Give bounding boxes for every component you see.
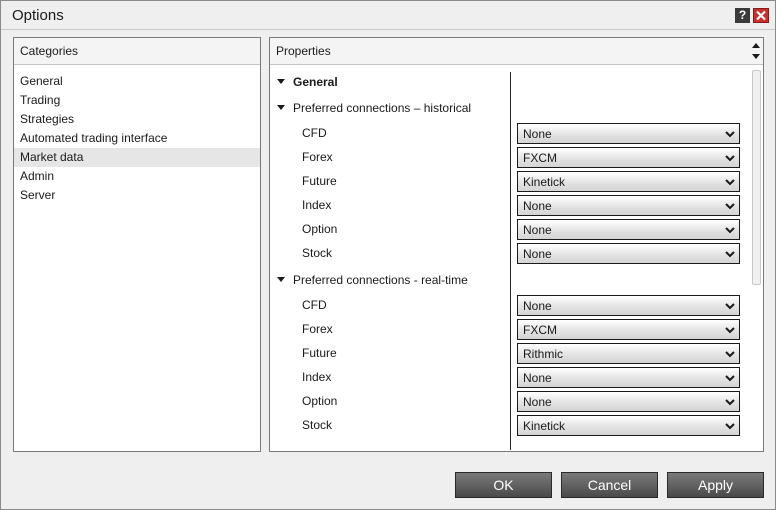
help-button[interactable]: ? <box>735 8 750 23</box>
cancel-button[interactable]: Cancel <box>561 472 658 498</box>
property-label: Future <box>302 346 337 360</box>
close-icon <box>756 10 766 21</box>
realtime-forex-row: Forex FXCM <box>270 319 750 341</box>
historical-index-row: Index None <box>270 195 750 217</box>
historical-future-row: Future Kinetick <box>270 171 750 193</box>
category-admin[interactable]: Admin <box>14 167 260 186</box>
section-general[interactable]: General <box>277 73 338 91</box>
chevron-down-icon <box>725 399 735 406</box>
select-value: Rithmic <box>523 347 564 361</box>
realtime-forex-select[interactable]: FXCM <box>517 319 740 340</box>
realtime-cfd-row: CFD None <box>270 295 750 317</box>
property-label: Forex <box>302 150 333 164</box>
historical-stock-select[interactable]: None <box>517 243 740 264</box>
property-label: Option <box>302 222 338 236</box>
close-button[interactable] <box>753 8 769 23</box>
property-label: Stock <box>302 418 333 432</box>
chevron-down-icon <box>725 303 735 310</box>
select-value: None <box>523 247 552 261</box>
scrollbar-thumb[interactable] <box>752 70 761 285</box>
select-value: None <box>523 371 552 385</box>
realtime-option-select[interactable]: None <box>517 391 740 412</box>
chevron-down-icon <box>725 423 735 430</box>
scroll-down-icon[interactable] <box>752 54 760 59</box>
historical-forex-select[interactable]: FXCM <box>517 147 740 168</box>
realtime-index-select[interactable]: None <box>517 367 740 388</box>
categories-header: Categories <box>14 38 260 65</box>
select-value: None <box>523 223 552 237</box>
property-label: CFD <box>302 126 327 140</box>
category-market-data[interactable]: Market data <box>14 148 260 167</box>
ok-button[interactable]: OK <box>455 472 552 498</box>
chevron-down-icon <box>725 179 735 186</box>
select-value: None <box>523 199 552 213</box>
historical-future-select[interactable]: Kinetick <box>517 171 740 192</box>
realtime-stock-row: Stock Kinetick <box>270 415 750 437</box>
chevron-down-icon <box>725 251 735 258</box>
property-label: Future <box>302 174 337 188</box>
historical-index-select[interactable]: None <box>517 195 740 216</box>
chevron-down-icon <box>725 375 735 382</box>
category-automated-trading-interface[interactable]: Automated trading interface <box>14 129 260 148</box>
category-general[interactable]: General <box>14 72 260 91</box>
select-value: FXCM <box>523 323 557 337</box>
historical-cfd-select[interactable]: None <box>517 123 740 144</box>
realtime-index-row: Index None <box>270 367 750 389</box>
select-value: None <box>523 395 552 409</box>
expand-icon[interactable] <box>277 105 285 111</box>
group-historical-title: Preferred connections – historical <box>293 101 472 115</box>
group-realtime[interactable]: Preferred connections - real-time <box>277 271 468 289</box>
expand-icon[interactable] <box>277 277 285 283</box>
apply-button[interactable]: Apply <box>667 472 764 498</box>
window-title: Options <box>12 7 64 24</box>
properties-header: Properties <box>270 38 763 65</box>
select-value: Kinetick <box>523 419 566 433</box>
property-label: Index <box>302 370 332 384</box>
expand-icon[interactable] <box>277 79 285 85</box>
section-general-title: General <box>293 75 338 89</box>
property-label: Index <box>302 198 332 212</box>
chevron-down-icon <box>725 351 735 358</box>
historical-option-select[interactable]: None <box>517 219 740 240</box>
historical-cfd-row: CFD None <box>270 123 750 145</box>
select-value: None <box>523 127 552 141</box>
historical-stock-row: Stock None <box>270 243 750 265</box>
property-label: Option <box>302 394 338 408</box>
chevron-down-icon <box>725 227 735 234</box>
select-value: FXCM <box>523 151 557 165</box>
historical-option-row: Option None <box>270 219 750 241</box>
property-label: CFD <box>302 298 327 312</box>
chevron-down-icon <box>725 131 735 138</box>
properties-panel: Properties General Preferred connections… <box>269 37 764 452</box>
category-strategies[interactable]: Strategies <box>14 110 260 129</box>
properties-scroll-arrows[interactable] <box>749 38 763 65</box>
group-realtime-title: Preferred connections - real-time <box>293 273 468 287</box>
category-server[interactable]: Server <box>14 186 260 205</box>
realtime-future-row: Future Rithmic <box>270 343 750 365</box>
select-value: None <box>523 299 552 313</box>
realtime-stock-select[interactable]: Kinetick <box>517 415 740 436</box>
realtime-future-select[interactable]: Rithmic <box>517 343 740 364</box>
historical-forex-row: Forex FXCM <box>270 147 750 169</box>
title-bar: Options ? <box>1 1 775 30</box>
property-label: Forex <box>302 322 333 336</box>
category-trading[interactable]: Trading <box>14 91 260 110</box>
chevron-down-icon <box>725 327 735 334</box>
scroll-up-icon[interactable] <box>752 43 760 48</box>
categories-list: General Trading Strategies Automated tra… <box>14 72 260 205</box>
property-label: Stock <box>302 246 333 260</box>
realtime-option-row: Option None <box>270 391 750 413</box>
group-historical[interactable]: Preferred connections – historical <box>277 99 471 117</box>
categories-panel: Categories General Trading Strategies Au… <box>13 37 261 452</box>
options-dialog: Options ? Categories General Trading Str… <box>0 0 776 510</box>
select-value: Kinetick <box>523 175 566 189</box>
chevron-down-icon <box>725 155 735 162</box>
realtime-cfd-select[interactable]: None <box>517 295 740 316</box>
properties-scrollbar[interactable] <box>750 66 763 451</box>
chevron-down-icon <box>725 203 735 210</box>
